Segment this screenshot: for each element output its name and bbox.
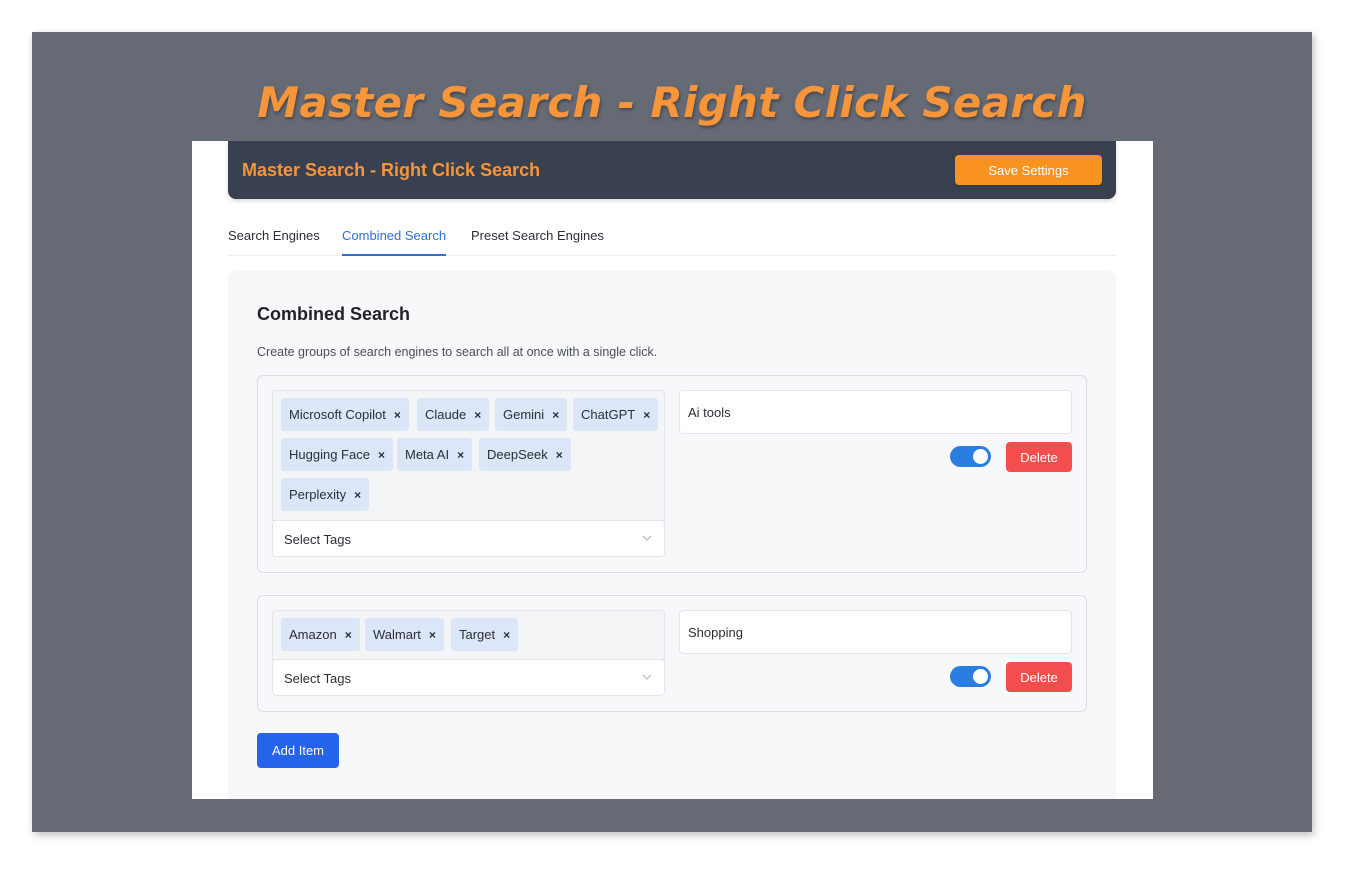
group-name-input[interactable]	[679, 610, 1072, 654]
tag-label: Claude	[425, 407, 467, 422]
close-icon[interactable]: ×	[378, 439, 385, 472]
select-tags-placeholder: Select Tags	[284, 671, 351, 686]
promo-title: Master Search - Right Click Search	[257, 78, 1087, 127]
tag-chip: Claude ×	[417, 398, 490, 432]
combined-search-panel: Combined Search Create groups of search …	[228, 271, 1116, 799]
tag-chip: Gemini ×	[495, 398, 568, 432]
chevron-down-icon	[642, 674, 652, 680]
select-tags-dropdown[interactable]: Select Tags	[272, 520, 665, 557]
tag-chip: Hugging Face ×	[281, 438, 393, 471]
save-settings-button[interactable]: Save Settings	[955, 155, 1102, 185]
options-page: Master Search - Right Click Search Save …	[192, 141, 1153, 799]
close-icon[interactable]: ×	[552, 399, 559, 432]
chevron-down-icon	[642, 535, 652, 541]
tag-chip: ChatGPT ×	[573, 398, 659, 432]
close-icon[interactable]: ×	[457, 439, 464, 472]
group-enabled-toggle[interactable]	[950, 666, 991, 687]
tag-chip: Microsoft Copilot ×	[281, 398, 409, 431]
group-name-input[interactable]	[679, 390, 1072, 434]
add-item-button[interactable]: Add Item	[257, 733, 339, 768]
panel-description: Create groups of search engines to searc…	[257, 345, 658, 359]
tag-chip: Target ×	[451, 618, 519, 652]
panel-title: Combined Search	[257, 304, 411, 324]
close-icon[interactable]: ×	[474, 399, 481, 432]
tag-label: Amazon	[289, 627, 337, 642]
delete-group-button[interactable]: Delete	[1006, 442, 1072, 472]
select-tags-placeholder: Select Tags	[284, 532, 351, 547]
close-icon[interactable]: ×	[556, 439, 563, 472]
promo-backdrop: Master Search - Right Click Search Maste…	[32, 32, 1312, 832]
close-icon[interactable]: ×	[354, 479, 361, 512]
tag-label: Hugging Face	[289, 447, 370, 462]
tag-list: Microsoft Copilot × Claude × Gemini × ChatG…	[272, 390, 665, 521]
app-header: Master Search - Right Click Search Save …	[228, 141, 1116, 199]
tab-combined-search[interactable]: Combined Search	[342, 228, 447, 256]
close-icon[interactable]: ×	[429, 619, 436, 652]
tag-label: Perplexity	[289, 487, 347, 502]
app-title: Master Search - Right Click Search	[242, 160, 541, 180]
combined-group: Microsoft Copilot × Claude × Gemini × ChatG…	[257, 375, 1087, 573]
tag-label: Microsoft Copilot	[289, 407, 386, 422]
combined-group: Amazon × Walmart × Target × Select Tags	[257, 595, 1087, 712]
toggle-knob	[973, 669, 988, 684]
toggle-knob	[973, 449, 988, 464]
tag-label: Walmart	[373, 627, 421, 642]
group-enabled-toggle[interactable]	[950, 446, 991, 467]
tag-label: ChatGPT	[581, 407, 636, 422]
tag-chip: DeepSeek ×	[479, 438, 571, 471]
tag-label: Target	[459, 627, 496, 642]
tag-chip: Meta AI ×	[397, 438, 473, 472]
delete-group-button[interactable]: Delete	[1006, 662, 1072, 692]
tag-label: Meta AI	[405, 447, 450, 462]
close-icon[interactable]: ×	[394, 399, 401, 432]
tag-chip: Amazon ×	[281, 618, 360, 651]
tag-list: Amazon × Walmart × Target ×	[272, 610, 665, 660]
tag-label: DeepSeek	[487, 447, 548, 462]
tag-chip: Perplexity ×	[281, 478, 370, 512]
select-tags-dropdown[interactable]: Select Tags	[272, 659, 665, 696]
tag-chip: Walmart ×	[365, 618, 444, 651]
close-icon[interactable]: ×	[643, 399, 650, 432]
tab-bar: Search Engines Combined Search Preset Se…	[228, 223, 1116, 256]
close-icon[interactable]: ×	[345, 619, 352, 652]
tag-label: Gemini	[503, 407, 545, 422]
tab-search-engines[interactable]: Search Engines	[228, 228, 320, 256]
tab-preset-search-engines[interactable]: Preset Search Engines	[471, 228, 604, 256]
close-icon[interactable]: ×	[503, 619, 510, 652]
